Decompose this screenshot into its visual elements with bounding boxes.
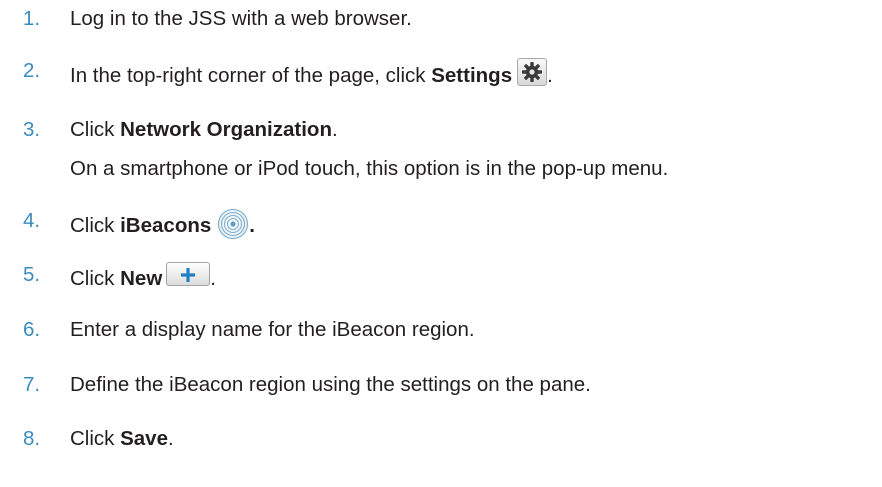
step-text: Define the iBeacon region using the sett… [70,373,591,396]
step-text: Click iBeacons. [70,208,255,240]
new-plus-icon [166,262,211,286]
step-number: 7. [23,373,41,396]
step-text: Click New. [70,262,216,292]
ibeacons-label: iBeacons [120,214,212,237]
step-number: 2. [23,59,41,82]
step-number: 4. [23,209,41,232]
save-label: Save [120,427,168,450]
ibeacon-icon [217,208,249,240]
step-text: Click Save. [70,427,174,450]
step-text: Log in to the JSS with a web browser. [70,7,412,30]
new-label: New [120,267,163,290]
step-number: 6. [23,318,41,341]
step-number: 8. [23,427,41,450]
settings-label: Settings [431,64,513,87]
network-organization-label: Network Organization [120,118,332,141]
step-text: Enter a display name for the iBeacon reg… [70,318,475,341]
step-number: 5. [23,263,41,286]
step-text: Click Network Organization. [70,118,338,141]
settings-gear-icon [517,58,548,86]
step-text: In the top-right corner of the page, cli… [70,58,553,89]
step-3-note: On a smartphone or iPod touch, this opti… [70,157,669,180]
instruction-list: 1. Log in to the JSS with a web browser.… [0,0,882,487]
step-number: 1. [23,7,41,30]
step-number: 3. [23,118,41,141]
